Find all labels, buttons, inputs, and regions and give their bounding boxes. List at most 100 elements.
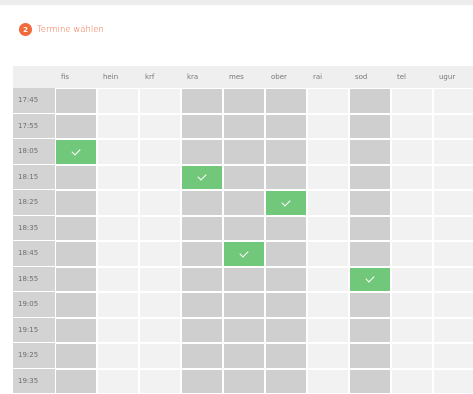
slot-rai-1805[interactable] [307,139,349,165]
slot-hein-1855[interactable] [97,267,139,293]
slot-tel-1835[interactable] [391,216,433,242]
slot-hein-1835[interactable] [97,216,139,242]
slot-tel-1935[interactable] [391,369,433,394]
slot-rai-1905[interactable] [307,292,349,318]
slot-krf-1935[interactable] [139,369,181,394]
slot-rai-1845[interactable] [307,241,349,267]
slot-kra-1745[interactable] [181,88,223,114]
slot-hein-1935[interactable] [97,369,139,394]
slot-tel-1825[interactable] [391,190,433,216]
slot-sod-1805[interactable] [349,139,391,165]
slot-mes-1855[interactable] [223,267,265,293]
slot-sod-1835[interactable] [349,216,391,242]
slot-fis-1745[interactable] [55,88,97,114]
slot-rai-1755[interactable] [307,114,349,140]
slot-tel-1745[interactable] [391,88,433,114]
slot-sod-1935[interactable] [349,369,391,394]
slot-ugur-1855[interactable] [433,267,473,293]
slot-krf-1755[interactable] [139,114,181,140]
slot-rai-1745[interactable] [307,88,349,114]
slot-ober-1825[interactable] [265,190,307,216]
slot-mes-1835[interactable] [223,216,265,242]
slot-ugur-1905[interactable] [433,292,473,318]
slot-rai-1925[interactable] [307,343,349,369]
slot-fis-1805[interactable] [55,139,97,165]
slot-ugur-1925[interactable] [433,343,473,369]
slot-ober-1815[interactable] [265,165,307,191]
slot-ugur-1755[interactable] [433,114,473,140]
slot-kra-1925[interactable] [181,343,223,369]
slot-hein-1915[interactable] [97,318,139,344]
slot-kra-1835[interactable] [181,216,223,242]
slot-tel-1845[interactable] [391,241,433,267]
slot-tel-1915[interactable] [391,318,433,344]
slot-fis-1845[interactable] [55,241,97,267]
slot-mes-1935[interactable] [223,369,265,394]
slot-hein-1845[interactable] [97,241,139,267]
slot-fis-1925[interactable] [55,343,97,369]
slot-mes-1745[interactable] [223,88,265,114]
slot-krf-1835[interactable] [139,216,181,242]
slot-fis-1825[interactable] [55,190,97,216]
slot-krf-1805[interactable] [139,139,181,165]
slot-tel-1815[interactable] [391,165,433,191]
slot-kra-1815[interactable] [181,165,223,191]
slot-ugur-1935[interactable] [433,369,473,394]
slot-mes-1755[interactable] [223,114,265,140]
slot-sod-1915[interactable] [349,318,391,344]
slot-ober-1835[interactable] [265,216,307,242]
slot-krf-1815[interactable] [139,165,181,191]
slot-ober-1915[interactable] [265,318,307,344]
slot-fis-1905[interactable] [55,292,97,318]
slot-sod-1905[interactable] [349,292,391,318]
slot-mes-1805[interactable] [223,139,265,165]
slot-sod-1855[interactable] [349,267,391,293]
slot-kra-1905[interactable] [181,292,223,318]
slot-ober-1925[interactable] [265,343,307,369]
slot-fis-1855[interactable] [55,267,97,293]
slot-ugur-1845[interactable] [433,241,473,267]
slot-mes-1845[interactable] [223,241,265,267]
slot-krf-1915[interactable] [139,318,181,344]
slot-mes-1915[interactable] [223,318,265,344]
slot-kra-1845[interactable] [181,241,223,267]
slot-tel-1755[interactable] [391,114,433,140]
slot-ober-1905[interactable] [265,292,307,318]
slot-fis-1935[interactable] [55,369,97,394]
slot-ober-1935[interactable] [265,369,307,394]
slot-ober-1755[interactable] [265,114,307,140]
slot-hein-1925[interactable] [97,343,139,369]
slot-sod-1925[interactable] [349,343,391,369]
slot-sod-1755[interactable] [349,114,391,140]
slot-ober-1845[interactable] [265,241,307,267]
slot-rai-1935[interactable] [307,369,349,394]
slot-fis-1815[interactable] [55,165,97,191]
slot-ugur-1815[interactable] [433,165,473,191]
slot-tel-1855[interactable] [391,267,433,293]
slot-mes-1925[interactable] [223,343,265,369]
slot-mes-1825[interactable] [223,190,265,216]
slot-kra-1935[interactable] [181,369,223,394]
slot-krf-1825[interactable] [139,190,181,216]
slot-hein-1805[interactable] [97,139,139,165]
slot-krf-1745[interactable] [139,88,181,114]
slot-rai-1915[interactable] [307,318,349,344]
slot-kra-1805[interactable] [181,139,223,165]
slot-fis-1915[interactable] [55,318,97,344]
slot-fis-1755[interactable] [55,114,97,140]
slot-tel-1805[interactable] [391,139,433,165]
slot-hein-1745[interactable] [97,88,139,114]
slot-kra-1915[interactable] [181,318,223,344]
slot-rai-1835[interactable] [307,216,349,242]
slot-rai-1815[interactable] [307,165,349,191]
slot-ober-1855[interactable] [265,267,307,293]
slot-ugur-1745[interactable] [433,88,473,114]
slot-kra-1855[interactable] [181,267,223,293]
slot-rai-1825[interactable] [307,190,349,216]
slot-mes-1815[interactable] [223,165,265,191]
slot-hein-1905[interactable] [97,292,139,318]
slot-krf-1855[interactable] [139,267,181,293]
slot-tel-1905[interactable] [391,292,433,318]
slot-ugur-1825[interactable] [433,190,473,216]
slot-hein-1825[interactable] [97,190,139,216]
